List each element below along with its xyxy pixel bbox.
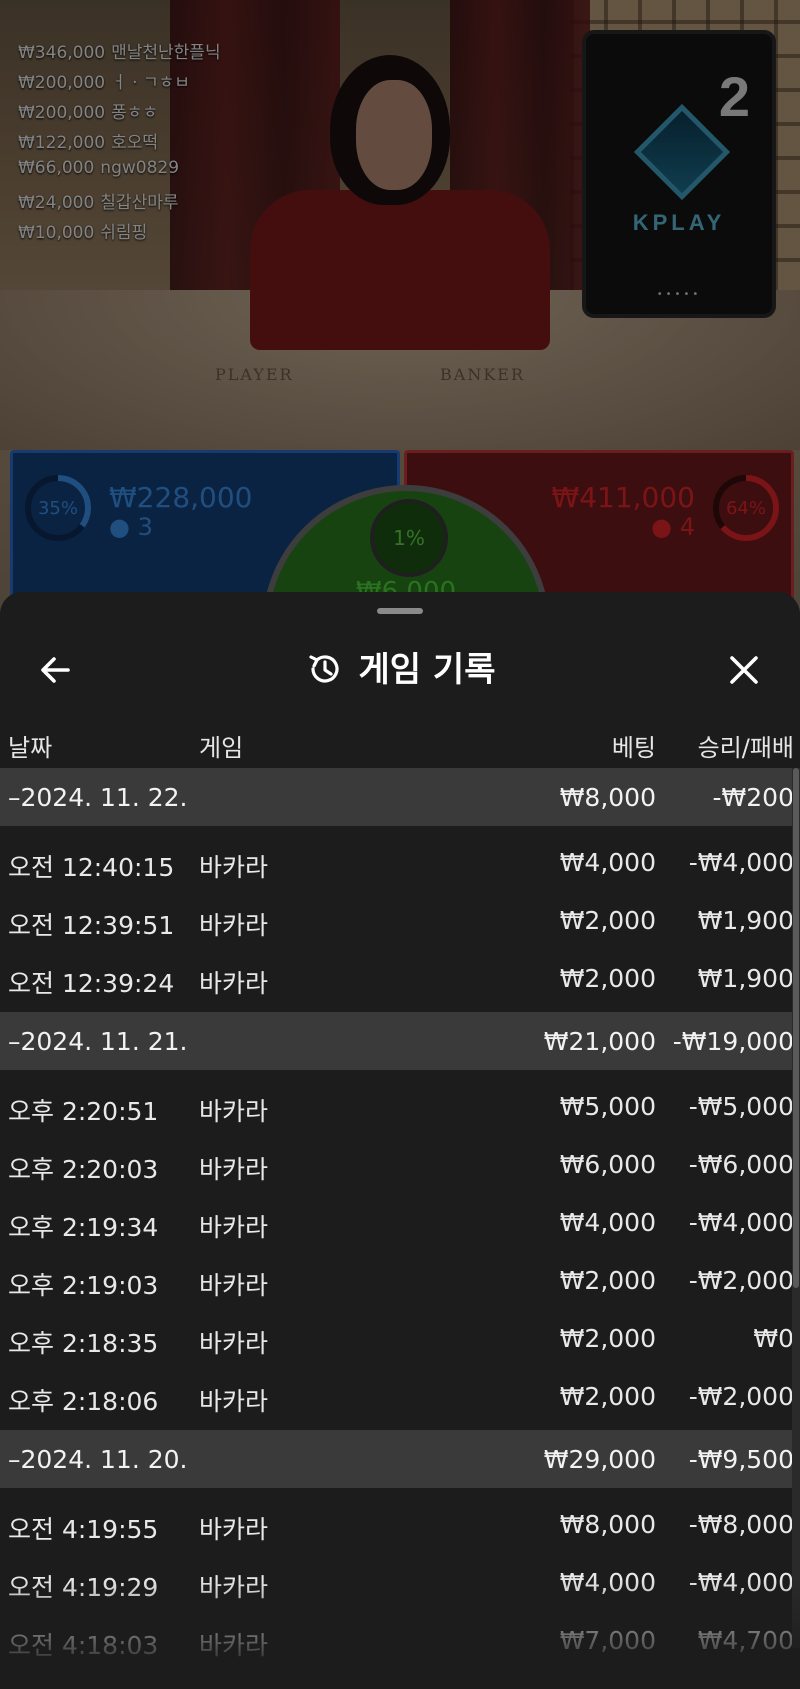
- date-group-header[interactable]: –2024. 11. 22. ₩8,000 -₩200: [0, 768, 800, 826]
- row-time: 오전 4:19:29: [8, 1573, 159, 1602]
- group-result-total: -₩200: [712, 783, 794, 812]
- group-result-total: -₩9,500: [688, 1445, 794, 1474]
- row-bet: ₩4,000: [559, 1208, 656, 1237]
- row-result: ₩1,900: [697, 906, 794, 935]
- row-bet: ₩2,000: [559, 906, 656, 935]
- row-game: 바카라: [199, 911, 269, 940]
- table-row[interactable]: 오전 12:39:51 바카라 ₩2,000 ₩1,900: [0, 890, 800, 948]
- row-time: 오후 2:20:51: [8, 1097, 159, 1126]
- group-bet-total: ₩8,000: [559, 783, 656, 812]
- row-result: -₩2,000: [688, 1382, 794, 1411]
- row-result: ₩1,900: [697, 964, 794, 993]
- row-result: -₩8,000: [688, 1510, 794, 1539]
- table-row[interactable]: 오전 4:19:29 바카라 ₩4,000 -₩4,000: [0, 1552, 800, 1610]
- scrollbar[interactable]: [792, 768, 800, 1648]
- table-row[interactable]: 오후 2:20:03 바카라 ₩6,000 -₩6,000: [0, 1134, 800, 1192]
- row-game: 바카라: [199, 1573, 269, 1602]
- row-game: 바카라: [199, 969, 269, 998]
- row-result: -₩5,000: [688, 1092, 794, 1121]
- row-result: -₩4,000: [688, 848, 794, 877]
- game-history-sheet: 게임 기록 날짜 게임 베팅 승리/패배 –2024. 11. 22. ₩8,00…: [0, 592, 800, 1689]
- row-game: 바카라: [199, 1515, 269, 1544]
- row-time: 오전 12:40:15: [8, 853, 175, 882]
- history-icon: [308, 654, 339, 682]
- table-row[interactable]: 오후 2:18:35 바카라 ₩2,000 ₩0: [0, 1308, 800, 1366]
- sheet-header: 게임 기록: [0, 632, 800, 706]
- row-game: 바카라: [199, 1329, 269, 1358]
- sheet-title: 게임 기록: [358, 650, 496, 690]
- table-row[interactable]: 오후 2:19:34 바카라 ₩4,000 -₩4,000: [0, 1192, 800, 1250]
- group-date: –2024. 11. 20.: [8, 1445, 188, 1474]
- row-game: 바카라: [199, 1387, 269, 1416]
- row-game: 바카라: [199, 1097, 269, 1126]
- row-result: -₩2,000: [688, 1266, 794, 1295]
- row-time: 오전 4:18:03: [8, 1631, 159, 1660]
- row-bet: ₩4,000: [559, 848, 656, 877]
- col-date: 날짜: [8, 734, 53, 762]
- col-result: 승리/패배: [697, 734, 794, 762]
- row-bet: ₩7,000: [559, 1626, 656, 1655]
- close-icon: [730, 656, 758, 684]
- group-date: –2024. 11. 21.: [8, 1027, 188, 1056]
- row-result: -₩4,000: [688, 1208, 794, 1237]
- group-bet-total: ₩21,000: [543, 1027, 656, 1056]
- row-time: 오후 2:18:35: [8, 1329, 159, 1358]
- row-game: 바카라: [199, 1271, 269, 1300]
- row-result: ₩4,700: [697, 1626, 794, 1655]
- row-bet: ₩8,000: [559, 1510, 656, 1539]
- scrollbar-thumb[interactable]: [793, 768, 799, 1288]
- row-result: ₩0: [753, 1324, 794, 1353]
- sheet-drag-handle[interactable]: [377, 608, 423, 614]
- row-result: -₩6,000: [688, 1150, 794, 1179]
- col-game: 게임: [199, 734, 244, 762]
- row-time: 오후 2:19:34: [8, 1213, 159, 1242]
- row-bet: ₩2,000: [559, 1266, 656, 1295]
- date-group-header[interactable]: –2024. 11. 20. ₩29,000 -₩9,500: [0, 1430, 800, 1488]
- table-row[interactable]: 오전 4:19:55 바카라 ₩8,000 -₩8,000: [0, 1494, 800, 1552]
- row-time: 오후 2:18:06: [8, 1387, 159, 1416]
- row-bet: ₩6,000: [559, 1150, 656, 1179]
- table-row[interactable]: 오전 12:39:24 바카라 ₩2,000 ₩1,900: [0, 948, 800, 1006]
- group-date: –2024. 11. 22.: [8, 783, 188, 812]
- row-result: -₩4,000: [688, 1568, 794, 1597]
- row-game: 바카라: [199, 1631, 269, 1660]
- table-row[interactable]: 오후 2:18:06 바카라 ₩2,000 -₩2,000: [0, 1366, 800, 1424]
- row-game: 바카라: [199, 1213, 269, 1242]
- row-bet: ₩2,000: [559, 1324, 656, 1353]
- row-bet: ₩4,000: [559, 1568, 656, 1597]
- table-header: 날짜 게임 베팅 승리/패배: [0, 720, 800, 768]
- row-time: 오전 4:19:55: [8, 1515, 159, 1544]
- row-time: 오후 2:20:03: [8, 1155, 159, 1184]
- group-result-total: -₩19,000: [672, 1027, 794, 1056]
- col-bet: 베팅: [611, 734, 656, 762]
- live-stream-view: PLAYER BANKER 2 KPLAY ••••• ₩346,000 맨날천난…: [0, 0, 800, 620]
- table-row[interactable]: 오후 2:19:03 바카라 ₩2,000 -₩2,000: [0, 1250, 800, 1308]
- row-time: 오전 12:39:51: [8, 911, 175, 940]
- sheet-title-wrap: 게임 기록: [0, 642, 800, 692]
- row-time: 오전 12:39:24: [8, 969, 175, 998]
- close-button[interactable]: [722, 648, 766, 692]
- history-list[interactable]: –2024. 11. 22. ₩8,000 -₩200 오전 12:40:15 바카라 ₩…: [0, 768, 800, 1674]
- row-bet: ₩5,000: [559, 1092, 656, 1121]
- table-row[interactable]: 오전 4:18:03 바카라 ₩7,000 ₩4,700: [0, 1610, 800, 1668]
- table-row[interactable]: 오전 12:40:15 바카라 ₩4,000 -₩4,000: [0, 832, 800, 890]
- row-bet: ₩2,000: [559, 964, 656, 993]
- row-time: 오후 2:19:03: [8, 1271, 159, 1300]
- row-game: 바카라: [199, 1155, 269, 1184]
- row-game: 바카라: [199, 853, 269, 882]
- modal-backdrop[interactable]: [0, 0, 800, 620]
- table-row[interactable]: 오후 2:20:51 바카라 ₩5,000 -₩5,000: [0, 1076, 800, 1134]
- group-bet-total: ₩29,000: [543, 1445, 656, 1474]
- date-group-header[interactable]: –2024. 11. 21. ₩21,000 -₩19,000: [0, 1012, 800, 1070]
- row-bet: ₩2,000: [559, 1382, 656, 1411]
